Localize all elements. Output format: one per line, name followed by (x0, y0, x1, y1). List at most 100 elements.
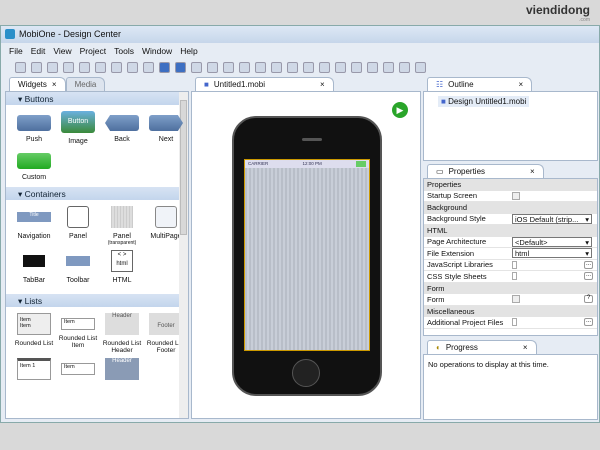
property-checkbox[interactable] (512, 295, 520, 304)
design-canvas[interactable]: ▶ CARRIER 12:00 PM (191, 91, 421, 419)
toolbar-button-icon[interactable] (111, 62, 122, 73)
section-title: Buttons (24, 94, 54, 104)
toolbar-button-icon[interactable] (47, 62, 58, 73)
menu-edit[interactable]: Edit (31, 46, 46, 56)
widget-rounded-list-item[interactable]: Item Rounded List Item (58, 313, 98, 354)
widget-label: MultiPage (150, 233, 182, 240)
property-value (512, 272, 517, 281)
property-checkbox[interactable] (512, 191, 520, 200)
widget-rounded-list-header[interactable]: Header Rounded List Header (102, 313, 142, 354)
widget-list-item-partial[interactable]: Item (58, 358, 98, 385)
rounded-list-header-icon: Header (105, 313, 139, 335)
icon-text: Title (29, 212, 39, 218)
widgets-palette: ▾ Buttons Push Button Image Back Next Cus… (5, 91, 189, 419)
widget-label: TabBar (22, 277, 46, 284)
ellipsis-button[interactable]: ... (584, 318, 593, 327)
toolbar-button-icon[interactable] (239, 62, 250, 73)
toolbar-button-icon[interactable] (159, 62, 170, 73)
widget-list-header-partial[interactable]: Header (102, 358, 142, 385)
close-icon[interactable]: × (52, 80, 57, 89)
widget-panel[interactable]: Panel (58, 206, 98, 246)
ellipsis-button[interactable]: ... (584, 272, 593, 281)
toolbar-button-icon[interactable] (191, 62, 202, 73)
widget-note: (transparent) (107, 240, 137, 246)
menu-project[interactable]: Project (80, 46, 106, 56)
toolbar-button-icon[interactable] (15, 62, 26, 73)
help-icon[interactable]: ? (584, 295, 593, 304)
widget-label: Toolbar (66, 277, 90, 284)
property-select[interactable]: <Default> (512, 236, 592, 247)
phone-screen[interactable]: CARRIER 12:00 PM (244, 159, 370, 351)
toolbar-button-icon[interactable] (63, 62, 74, 73)
toolbar-button-icon[interactable] (175, 62, 186, 73)
toolbar-button-icon[interactable] (383, 62, 394, 73)
section-containers[interactable]: ▾ Containers (6, 187, 179, 200)
property-value-cell: <Default> (509, 236, 597, 247)
toolbar-button-icon[interactable] (415, 62, 426, 73)
widget-html[interactable]: < > html HTML (102, 250, 142, 284)
widget-tabbar[interactable]: TabBar (14, 250, 54, 284)
menu-view[interactable]: View (53, 46, 71, 56)
toolbar-button-icon[interactable] (143, 62, 154, 73)
toolbar-button-icon[interactable] (95, 62, 106, 73)
tab-untitled1[interactable]: ■ Untitled1.mobi × (195, 77, 334, 91)
scrollbar[interactable] (179, 92, 188, 418)
properties-icon: ▭ (436, 167, 444, 176)
ellipsis-button[interactable]: ... (584, 260, 593, 269)
menu-window[interactable]: Window (142, 46, 172, 56)
property-category: Properties (424, 179, 597, 191)
toolbar-button-icon[interactable] (319, 62, 330, 73)
widget-navigation[interactable]: Title Navigation (14, 206, 54, 246)
widget-list-partial[interactable]: Item 1 (14, 358, 54, 385)
toolbar-button-icon[interactable] (207, 62, 218, 73)
outline-item[interactable]: ■ Design Untitled1.mobi (438, 96, 530, 107)
widget-toolbar[interactable]: Toolbar (58, 250, 98, 284)
section-lists[interactable]: ▾ Lists (6, 294, 179, 307)
menu-file[interactable]: File (9, 46, 23, 56)
widget-rounded-list[interactable]: Item Item Rounded List (14, 313, 54, 354)
toolbar-button-icon[interactable] (367, 62, 378, 73)
toolbar-button-icon[interactable] (127, 62, 138, 73)
toolbar-button-icon[interactable] (79, 62, 90, 73)
rounded-list-icon: Item Item (17, 313, 51, 335)
tab-properties[interactable]: ▭ Properties × (427, 164, 544, 178)
property-label: Additional Project Files (427, 317, 504, 327)
icon-text: Button (67, 118, 89, 125)
toolbar-button-icon[interactable] (303, 62, 314, 73)
outline-panel: ☷ Outline × ■ Design Untitled1.mobi (423, 77, 598, 161)
property-select[interactable]: iOS Default (strip... (512, 213, 592, 224)
toolbar-button-icon[interactable] (335, 62, 346, 73)
toolbar-button-icon[interactable] (31, 62, 42, 73)
close-icon[interactable]: × (519, 80, 524, 89)
close-icon[interactable]: × (320, 80, 325, 89)
widget-label: Navigation (17, 233, 51, 240)
section-buttons[interactable]: ▾ Buttons (6, 92, 179, 105)
menu-help[interactable]: Help (180, 46, 197, 56)
widget-label: HTML (112, 277, 132, 284)
widget-push[interactable]: Push (14, 111, 54, 145)
tab-widgets[interactable]: Widgets × (9, 77, 66, 91)
tab-outline[interactable]: ☷ Outline × (427, 77, 533, 91)
toolbar-button-icon[interactable] (255, 62, 266, 73)
widget-panel-transparent[interactable]: Panel (transparent) (102, 206, 142, 246)
rounded-list-footer-icon: Footer (149, 313, 183, 335)
tab-media[interactable]: Media (65, 77, 106, 91)
tab-label: Media (74, 80, 97, 89)
widget-back[interactable]: Back (102, 111, 142, 145)
menu-tools[interactable]: Tools (114, 46, 134, 56)
run-play-icon[interactable]: ▶ (392, 102, 408, 118)
window-title: MobiOne - Design Center (19, 29, 122, 39)
toolbar-button-icon[interactable] (351, 62, 362, 73)
toolbar-button-icon[interactable] (223, 62, 234, 73)
property-select[interactable]: html (512, 248, 592, 259)
toolbar-button-icon[interactable] (287, 62, 298, 73)
outline-item-label: Design Untitled1.mobi (448, 97, 527, 106)
toolbar-button-icon[interactable] (399, 62, 410, 73)
property-label: File Extension (427, 248, 475, 258)
widget-custom[interactable]: Custom (14, 149, 54, 181)
close-icon[interactable]: × (523, 343, 528, 352)
toolbar-button-icon[interactable] (271, 62, 282, 73)
close-icon[interactable]: × (530, 167, 535, 176)
widget-image[interactable]: Button Image (58, 111, 98, 145)
tab-progress[interactable]: ◐ Progress × (427, 340, 537, 354)
